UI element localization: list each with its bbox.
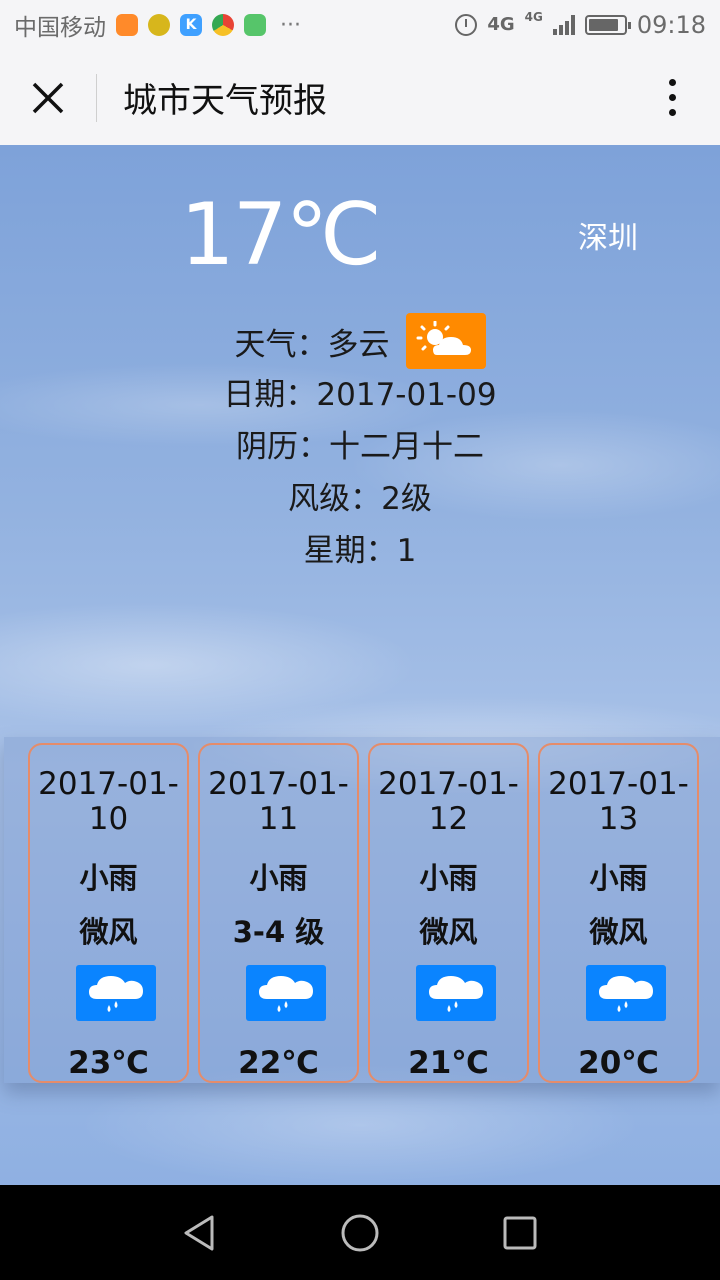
light-rain-icon xyxy=(416,965,496,1021)
more-notifications-icon: ··· xyxy=(280,12,301,38)
back-triangle-icon xyxy=(184,1215,214,1250)
title-divider xyxy=(96,73,97,122)
title-bar: 城市天气预报 xyxy=(0,50,720,145)
weather-condition: 天气：多云 xyxy=(234,326,390,363)
forecast-date-text: 2017-01- 13 xyxy=(548,766,689,837)
forecast-temperature: 21℃ xyxy=(408,1045,489,1081)
kugou-icon: K xyxy=(180,14,202,36)
forecast-card[interactable]: 2017-01- 12 小雨 微风 21℃ xyxy=(368,743,529,1083)
light-rain-icon xyxy=(246,965,326,1021)
more-dot-icon xyxy=(668,94,676,101)
carrier-name: 中国移动 xyxy=(14,15,106,41)
forecast-panel: 2017-01- 10 小雨 微风 23℃ 2017-01- 11 小雨 3-4 级… xyxy=(4,737,720,1083)
forecast-date: 2017-01- 12 xyxy=(370,767,527,837)
forecast-condition: 小雨 xyxy=(249,861,308,895)
alarm-icon xyxy=(455,14,478,36)
recents-button[interactable] xyxy=(490,1203,550,1263)
clock: 09:18 xyxy=(636,11,706,39)
shop-app-icon xyxy=(244,14,266,36)
weather-main: 17℃ 深圳 天气：多云 日期：2017-01-09 阴历：十二月十二 风级：2… xyxy=(0,145,720,1185)
forecast-date: 2017-01- 11 xyxy=(200,767,357,837)
home-button[interactable] xyxy=(330,1203,390,1263)
forecast-wind: 3-4 级 xyxy=(232,915,325,949)
lunar-date-row: 阴历：十二月十二 xyxy=(236,429,484,465)
more-dot-icon xyxy=(668,109,676,116)
home-circle-icon xyxy=(341,1214,379,1251)
forecast-date: 2017-01- 10 xyxy=(30,767,187,837)
more-options-button[interactable] xyxy=(624,50,720,145)
page-title: 城市天气预报 xyxy=(123,81,327,121)
navigation-bar xyxy=(0,1185,720,1280)
forecast-condition: 小雨 xyxy=(79,861,138,895)
forecast-wind: 微风 xyxy=(419,915,478,949)
close-button[interactable] xyxy=(0,50,96,145)
forecast-temperature: 20℃ xyxy=(578,1045,659,1081)
forecast-date-text: 2017-01- 11 xyxy=(208,766,349,837)
uc-browser-icon xyxy=(116,14,138,36)
network-type: 4G xyxy=(487,14,515,35)
forecast-temperature: 22℃ xyxy=(238,1045,319,1081)
forecast-temperature: 23℃ xyxy=(68,1045,149,1081)
light-rain-icon xyxy=(586,965,666,1021)
weekday-row: 星期：1 xyxy=(303,533,417,569)
forecast-wind: 微风 xyxy=(589,915,648,949)
forecast-date-text: 2017-01- 10 xyxy=(38,766,179,837)
forecast-condition: 小雨 xyxy=(589,861,648,895)
forecast-date-text: 2017-01- 12 xyxy=(378,766,519,837)
forecast-date: 2017-01- 13 xyxy=(540,767,697,837)
network-type-secondary: 4G xyxy=(524,10,543,24)
forecast-card[interactable]: 2017-01- 13 小雨 微风 20℃ xyxy=(538,743,699,1083)
forecast-wind: 微风 xyxy=(79,915,138,949)
current-temperature: 17℃ xyxy=(179,185,382,285)
status-bar: 中国移动 K ··· 4G 4G 09:18 xyxy=(0,0,720,50)
battery-icon xyxy=(584,15,631,35)
city-name[interactable]: 深圳 xyxy=(578,213,638,257)
signal-icon xyxy=(552,15,575,35)
weather-row: 天气：多云 xyxy=(0,313,720,369)
close-icon xyxy=(32,82,64,113)
forecast-card[interactable]: 2017-01- 10 小雨 微风 23℃ xyxy=(28,743,189,1083)
partly-cloudy-icon xyxy=(405,313,486,369)
chrome-icon xyxy=(212,14,234,36)
more-dot-icon xyxy=(668,79,676,86)
date-row: 日期：2017-01-09 xyxy=(223,377,497,413)
wind-level-row: 风级：2级 xyxy=(288,481,432,517)
light-rain-icon xyxy=(76,965,156,1021)
forecast-condition: 小雨 xyxy=(419,861,478,895)
app-notification-icon xyxy=(148,14,170,36)
forecast-card[interactable]: 2017-01- 11 小雨 3-4 级 22℃ xyxy=(198,743,359,1083)
recents-square-icon xyxy=(503,1216,537,1249)
back-button[interactable] xyxy=(170,1203,230,1263)
